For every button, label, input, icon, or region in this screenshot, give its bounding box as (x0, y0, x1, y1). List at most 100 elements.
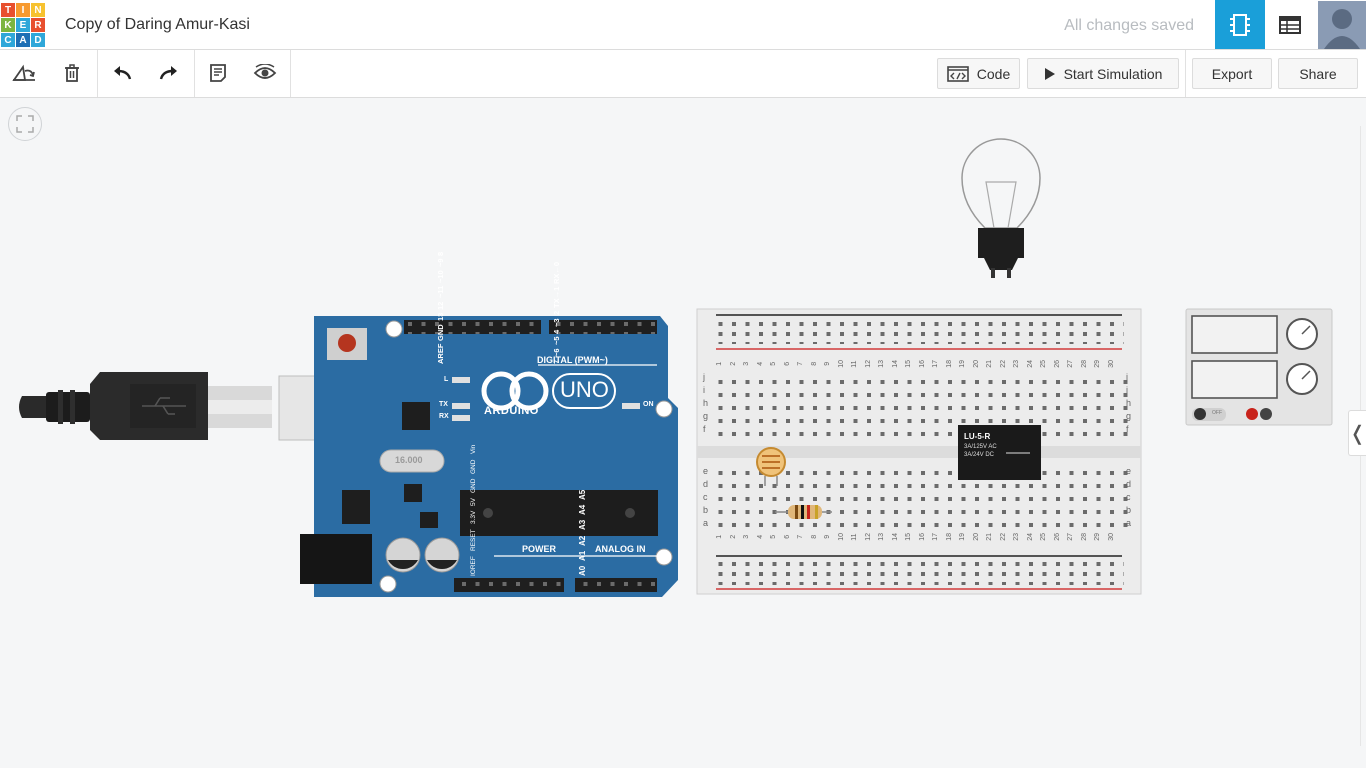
toolbar: Code Start Simulation Export Share (0, 50, 1366, 98)
breadboard-column-numbers-top: 1 2 3 4 5 6 7 8 9 10 11 12 13 14 15 16 17 18 19 20 21 22 23 24 2… (716, 360, 1121, 368)
play-icon (1044, 67, 1055, 80)
pin-label: 8 (436, 251, 445, 256)
fit-view-button[interactable] (8, 107, 42, 141)
column-number: 1 (716, 361, 723, 366)
power-off-label: OFF (1212, 410, 1222, 416)
pin-label: TX→1 (552, 286, 561, 308)
pin-label: GND (436, 323, 445, 341)
notes-button[interactable] (195, 50, 241, 96)
tinkercad-logo[interactable]: T I N K E R C A D (1, 3, 45, 47)
digital-pins-label: DIGITAL (PWM~) (537, 355, 608, 365)
redo-button[interactable] (146, 50, 192, 96)
logo-letter: A (16, 33, 30, 47)
column-number: 13 (878, 360, 885, 368)
column-number: 21 (986, 360, 993, 368)
start-simulation-button[interactable]: Start Simulation (1027, 58, 1179, 89)
redo-icon (159, 66, 177, 80)
row-letter: b (1126, 505, 1132, 515)
export-button[interactable]: Export (1192, 58, 1272, 89)
column-number: 27 (1067, 533, 1074, 541)
component-list-button[interactable] (1265, 0, 1315, 49)
column-number: 30 (1107, 360, 1115, 368)
row-letter: f (703, 424, 706, 434)
column-number: 16 (918, 533, 926, 541)
code-icon (946, 65, 969, 82)
row-letter: i (703, 385, 705, 395)
column-number: 1 (716, 534, 723, 539)
pin-label: ~11 (436, 285, 445, 299)
column-number: 7 (797, 361, 804, 366)
column-number: 18 (945, 360, 953, 368)
column-number: 14 (891, 533, 899, 541)
column-number: 26 (1053, 360, 1061, 368)
delete-button[interactable] (49, 50, 95, 96)
fit-view-icon (16, 115, 34, 133)
arduino-brand-label: ARDUINO (484, 405, 539, 417)
column-number: 25 (1040, 360, 1047, 368)
column-number: 23 (1013, 533, 1020, 541)
column-number: 4 (756, 361, 764, 366)
rotate-button[interactable] (1, 50, 47, 96)
power-pins-label: POWER (522, 544, 557, 554)
logo-letter: D (31, 33, 45, 47)
column-number: 28 (1080, 360, 1088, 368)
notes-icon (210, 64, 226, 82)
share-label: Share (1299, 65, 1337, 82)
pin-label: A5 (578, 489, 587, 500)
column-number: 17 (932, 533, 939, 541)
column-number: 16 (918, 360, 926, 368)
code-button-label: Code (976, 65, 1011, 82)
column-number: 11 (851, 533, 858, 541)
row-letter: f (1126, 424, 1129, 434)
row-letter: h (703, 398, 709, 408)
column-number: 3 (743, 534, 750, 539)
row-letter: a (703, 518, 709, 528)
user-avatar[interactable] (1318, 1, 1366, 49)
column-number: 7 (797, 534, 804, 539)
row-letter: e (1126, 466, 1132, 476)
logo-letter: I (16, 3, 30, 17)
pin-label: A2 (578, 535, 587, 546)
column-number: 22 (999, 533, 1007, 541)
logo-letter: K (1, 18, 15, 32)
row-letter: d (703, 479, 709, 489)
column-number: 8 (810, 361, 818, 366)
column-number: 17 (932, 360, 939, 368)
column-number: 2 (729, 534, 737, 539)
column-number: 10 (837, 533, 845, 541)
column-number: 20 (972, 533, 980, 541)
toolbar-divider (1185, 50, 1186, 97)
visibility-button[interactable] (242, 50, 288, 96)
column-number: 30 (1107, 533, 1115, 541)
led-rx-label: RX (439, 413, 449, 420)
undo-button[interactable] (99, 50, 145, 96)
pin-label: GND (470, 459, 477, 474)
column-number: 29 (1094, 360, 1101, 368)
logo-letter: R (31, 18, 45, 32)
column-number: 5 (770, 361, 777, 366)
document-title[interactable]: Copy of Daring Amur-Kasi (65, 16, 250, 34)
logo-letter: E (16, 18, 30, 32)
pin-label: 4 (552, 329, 561, 334)
code-button[interactable]: Code (937, 58, 1020, 89)
digital-pin-labels-left: AREF GND 13 12 ~11 ~10 ~9 8 (436, 251, 445, 364)
pin-label: RX←0 (552, 261, 561, 284)
column-number: 9 (824, 534, 831, 539)
circuit-view-button[interactable] (1215, 0, 1265, 49)
components-panel-toggle[interactable]: ❬ (1348, 410, 1366, 456)
column-number: 25 (1040, 533, 1047, 541)
share-button[interactable]: Share (1278, 58, 1358, 89)
column-number: 28 (1080, 533, 1088, 541)
row-letter: g (1126, 411, 1132, 421)
on-led-label: ON (643, 401, 654, 408)
analog-pins-label: ANALOG IN (595, 544, 646, 554)
column-number: 11 (851, 360, 858, 368)
column-number: 5 (770, 534, 777, 539)
row-letter: j (1126, 372, 1128, 382)
breadboard-column-numbers-bottom: 1 2 3 4 5 6 7 8 9 10 11 12 13 14 15 16 17 18 19 20 21 22 23 24 2… (716, 533, 1121, 541)
column-number: 21 (986, 533, 993, 541)
circuit-canvas[interactable] (0, 98, 1366, 768)
column-number: 15 (905, 360, 912, 368)
pin-label: A4 (578, 504, 587, 516)
crystal-label: 16.000 (395, 455, 423, 465)
